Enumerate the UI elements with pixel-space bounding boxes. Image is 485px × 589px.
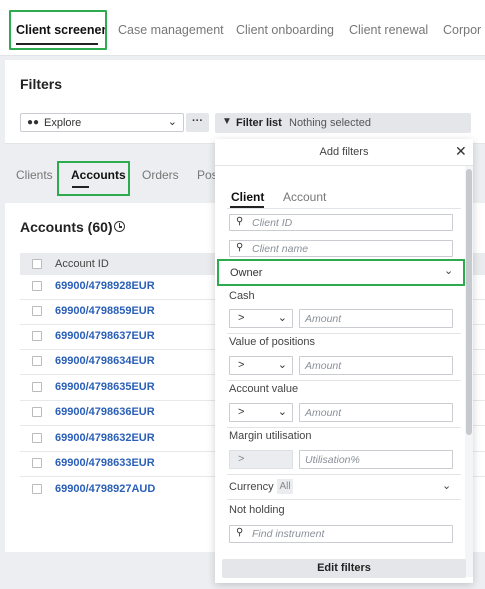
- account-id-link[interactable]: 69900/4798632EUR: [55, 432, 155, 444]
- filter-list-button[interactable]: ▼ Filter list Nothing selected: [215, 113, 471, 133]
- search-icon: ⚲: [236, 527, 244, 538]
- row-checkbox[interactable]: [32, 407, 42, 417]
- explore-label: Explore: [44, 117, 82, 129]
- row-checkbox[interactable]: [32, 331, 42, 341]
- chevron-down-icon: ⌄: [444, 265, 454, 277]
- panel-divider: [215, 165, 473, 166]
- not-holding-label: Not holding: [229, 504, 285, 516]
- cash-operator-select[interactable]: > ⌄: [229, 309, 293, 328]
- account-value-amount-placeholder: Amount: [305, 407, 342, 419]
- positions-amount-input[interactable]: Amount: [299, 356, 453, 375]
- accounts-title: Accounts (60): [20, 219, 113, 235]
- cash-label: Cash: [229, 290, 255, 302]
- section-divider: [227, 427, 461, 428]
- find-instrument-placeholder: Find instrument: [252, 528, 325, 540]
- owner-label: Owner: [230, 267, 263, 279]
- client-name-input[interactable]: ⚲ Client name: [229, 240, 453, 257]
- account-id-link[interactable]: 69900/4798634EUR: [55, 355, 155, 367]
- select-all-checkbox[interactable]: [32, 259, 42, 269]
- account-id-link[interactable]: 69900/4798859EUR: [55, 305, 155, 317]
- cash-amount-placeholder: Amount: [305, 313, 342, 325]
- find-instrument-input[interactable]: ⚲ Find instrument: [229, 525, 453, 543]
- account-id-link[interactable]: 69900/4798635EUR: [55, 381, 155, 393]
- edit-filters-button[interactable]: Edit filters: [222, 559, 466, 578]
- highlight-box-client-screener: [9, 10, 107, 50]
- explore-dropdown[interactable]: ●● Explore ⌄: [20, 113, 184, 132]
- more-options-button[interactable]: ···: [186, 113, 209, 132]
- chevron-down-icon: ⌄: [277, 359, 287, 371]
- panel-tab-account[interactable]: Account: [283, 190, 326, 204]
- subtab-clients[interactable]: Clients: [16, 168, 53, 182]
- account-id-link[interactable]: 69900/4798633EUR: [55, 457, 155, 469]
- search-icon: ⚲: [236, 242, 244, 253]
- account-id-link[interactable]: 69900/4798927AUD: [55, 483, 155, 495]
- account-id-link[interactable]: 69900/4798928EUR: [55, 280, 155, 292]
- panel-title: Add filters: [319, 146, 369, 158]
- filters-card: Filters ●● Explore ⌄ ··· ▼ Filter list N…: [5, 60, 485, 144]
- row-checkbox[interactable]: [32, 306, 42, 316]
- row-checkbox[interactable]: [32, 382, 42, 392]
- chevron-down-icon: ⌄: [167, 116, 177, 128]
- highlight-box-accounts: [57, 161, 130, 196]
- margin-operator-value: >: [238, 453, 245, 465]
- close-icon[interactable]: ✕: [455, 143, 467, 160]
- chevron-down-icon[interactable]: ⌄: [442, 479, 451, 492]
- client-id-input[interactable]: ⚲ Client ID: [229, 214, 453, 231]
- positions-amount-placeholder: Amount: [305, 360, 342, 372]
- account-value-label: Account value: [229, 383, 299, 395]
- chevron-down-icon: ⌄: [277, 406, 287, 418]
- filter-list-value: Nothing selected: [289, 117, 371, 129]
- add-filters-panel: Add filters ✕ Client Account ⚲ Client ID…: [215, 139, 473, 583]
- section-divider: [227, 474, 461, 475]
- row-checkbox[interactable]: [32, 356, 42, 366]
- panel-fade: [215, 545, 465, 559]
- section-divider: [227, 380, 461, 381]
- filter-icon: ▼: [222, 116, 232, 127]
- margin-utilisation-placeholder: Utilisation%: [305, 454, 360, 466]
- panel-tab-divider: [227, 208, 461, 209]
- tab-case-management[interactable]: Case management: [118, 23, 224, 37]
- margin-utilisation-input[interactable]: Utilisation%: [299, 450, 453, 469]
- currency-value[interactable]: All: [277, 479, 293, 494]
- positions-operator-value: >: [238, 359, 245, 371]
- search-icon: ⚲: [236, 216, 244, 227]
- row-checkbox[interactable]: [32, 484, 42, 494]
- filter-list-label: Filter list: [236, 117, 282, 129]
- subtab-orders[interactable]: Orders: [142, 168, 179, 182]
- filters-title: Filters: [20, 76, 63, 92]
- tab-client-renewal[interactable]: Client renewal: [349, 23, 428, 37]
- top-tab-bar: Client screener Case management Client o…: [0, 0, 485, 56]
- panel-tab-client[interactable]: Client: [231, 190, 264, 204]
- account-id-link[interactable]: 69900/4798637EUR: [55, 330, 155, 342]
- positions-label: Value of positions: [229, 336, 316, 348]
- binoculars-icon: ●●: [27, 117, 40, 128]
- row-checkbox[interactable]: [32, 281, 42, 291]
- margin-operator-select[interactable]: >: [229, 450, 293, 469]
- tab-client-onboarding[interactable]: Client onboarding: [236, 23, 334, 37]
- owner-dropdown[interactable]: Owner ⌄: [217, 259, 465, 286]
- client-name-placeholder: Client name: [252, 243, 309, 255]
- tab-corporate[interactable]: Corpor: [443, 23, 481, 37]
- account-value-operator-select[interactable]: > ⌄: [229, 403, 293, 422]
- panel-scrollbar-thumb[interactable]: [466, 169, 472, 435]
- chevron-down-icon: ⌄: [277, 312, 287, 324]
- currency-label: Currency: [229, 481, 274, 493]
- client-id-placeholder: Client ID: [252, 217, 293, 229]
- column-header-account-id[interactable]: Account ID: [55, 258, 109, 270]
- row-checkbox[interactable]: [32, 458, 42, 468]
- cash-operator-value: >: [238, 312, 245, 324]
- cash-amount-input[interactable]: Amount: [299, 309, 453, 328]
- account-value-amount-input[interactable]: Amount: [299, 403, 453, 422]
- section-divider: [227, 333, 461, 334]
- margin-utilisation-label: Margin utilisation: [229, 430, 312, 442]
- account-value-operator-value: >: [238, 406, 245, 418]
- account-id-link[interactable]: 69900/4798636EUR: [55, 406, 155, 418]
- clock-icon[interactable]: [114, 221, 125, 232]
- positions-operator-select[interactable]: > ⌄: [229, 356, 293, 375]
- section-divider: [227, 499, 461, 500]
- row-checkbox[interactable]: [32, 433, 42, 443]
